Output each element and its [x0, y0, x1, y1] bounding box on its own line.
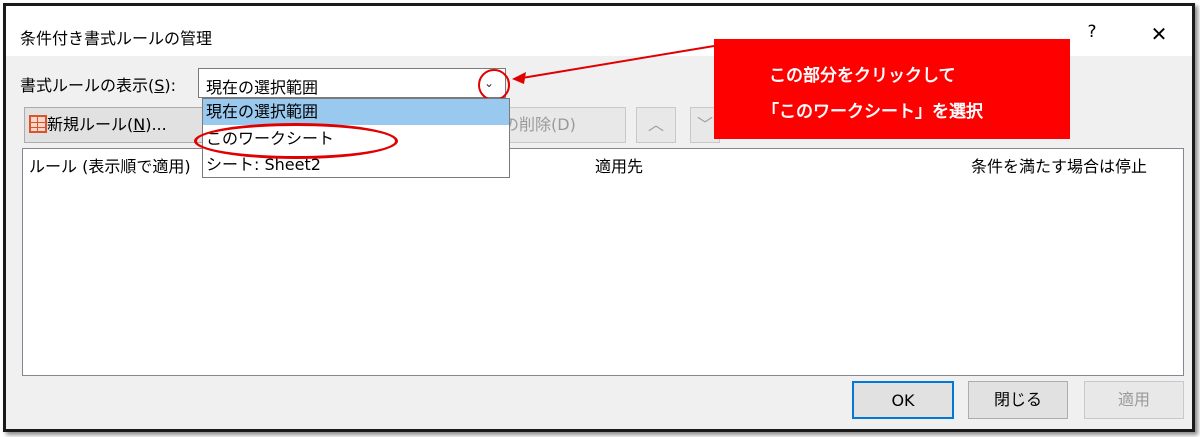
annotation-arrow	[512, 45, 715, 84]
conditional-format-dialog: 条件付き書式ルールの管理 ? ✕ 書式ルールの表示(S): 現在の選択範囲 ⌄ …	[3, 3, 1195, 432]
